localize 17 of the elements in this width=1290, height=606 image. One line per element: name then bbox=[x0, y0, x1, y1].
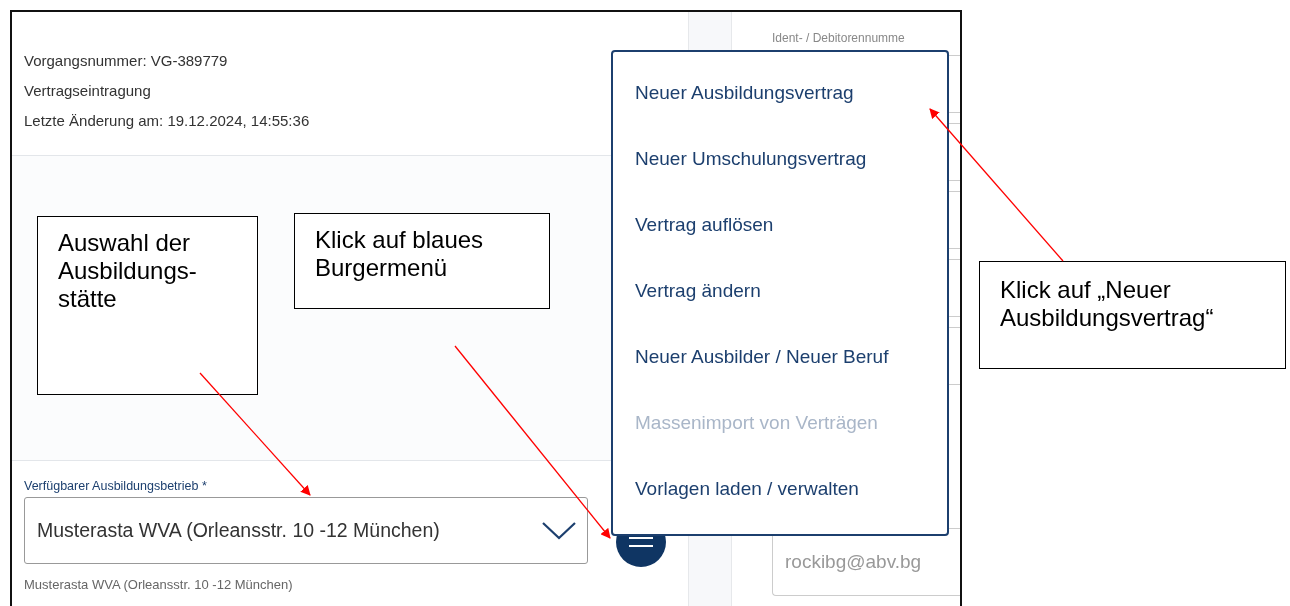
helper-text: Musterasta WVA (Orleansstr. 10 -12 München) bbox=[24, 577, 293, 592]
header-text: Letzte Änderung am: 19.12.2024, 14:55:36 bbox=[24, 111, 310, 131]
menu-item[interactable]: Vorlagen laden / verwalten bbox=[635, 476, 859, 502]
header-text: Vertragseintragung bbox=[24, 81, 151, 101]
callout-box: Auswahl der Ausbildungs- stätte bbox=[37, 216, 258, 395]
header-text: Vorgangsnummer: VG-389779 bbox=[24, 51, 228, 71]
menu-item[interactable]: Vertrag auflösen bbox=[635, 212, 774, 238]
field-label: Verfügbarer Ausbildungsbetrieb * bbox=[24, 479, 207, 493]
chevron-down-icon bbox=[541, 520, 577, 541]
menu-item[interactable]: Neuer Umschulungsvertrag bbox=[635, 146, 867, 172]
callout-box: Klick auf blaues Burgermenü bbox=[294, 213, 550, 309]
menu-item[interactable]: Neuer Ausbilder / Neuer Beruf bbox=[635, 344, 889, 370]
company-select[interactable]: Musterasta WVA (Orleansstr. 10 -12 München) bbox=[24, 497, 588, 564]
menu-item[interactable]: Neuer Ausbildungsvertrag bbox=[635, 80, 854, 106]
menu-item[interactable]: Vertrag ändern bbox=[635, 278, 761, 304]
field-label: Ident- / Debitorennumme bbox=[772, 31, 905, 45]
callout-box: Klick auf „Neuer Ausbildungsvertrag“ bbox=[979, 261, 1286, 369]
